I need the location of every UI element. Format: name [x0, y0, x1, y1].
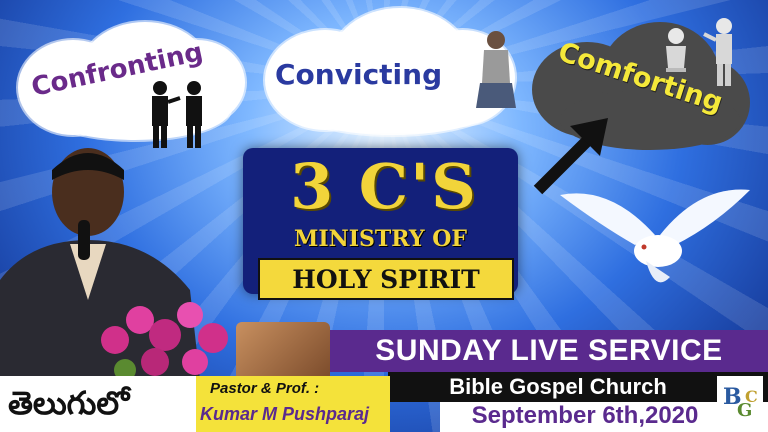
comforter-figures-icon	[666, 18, 732, 86]
pastor-title: Pastor & Prof. :	[210, 380, 320, 397]
service-date: September 6th,2020	[471, 402, 699, 429]
church-name: Bible Gospel Church	[449, 374, 667, 399]
service-title: SUNDAY LIVE SERVICE	[375, 334, 723, 367]
dove-icon	[560, 189, 750, 283]
church-logo: B G C	[717, 376, 763, 428]
title-holy-spirit: HOLY SPIRIT	[258, 258, 514, 300]
language-label: తెలుగులో	[8, 384, 130, 422]
svg-text:C: C	[745, 387, 758, 406]
clasped-hands-photo	[236, 322, 330, 382]
flower-bouquet	[101, 302, 228, 381]
pastor-name: Kumar M Pushparaj	[200, 404, 370, 424]
title-ministry-of: MINISTRY OF	[293, 226, 468, 252]
praying-man-icon	[476, 31, 516, 108]
convicting-label: Convicting	[275, 58, 443, 91]
thumbnail: Confronting Convicting Comforting 3 C'S …	[0, 0, 768, 432]
